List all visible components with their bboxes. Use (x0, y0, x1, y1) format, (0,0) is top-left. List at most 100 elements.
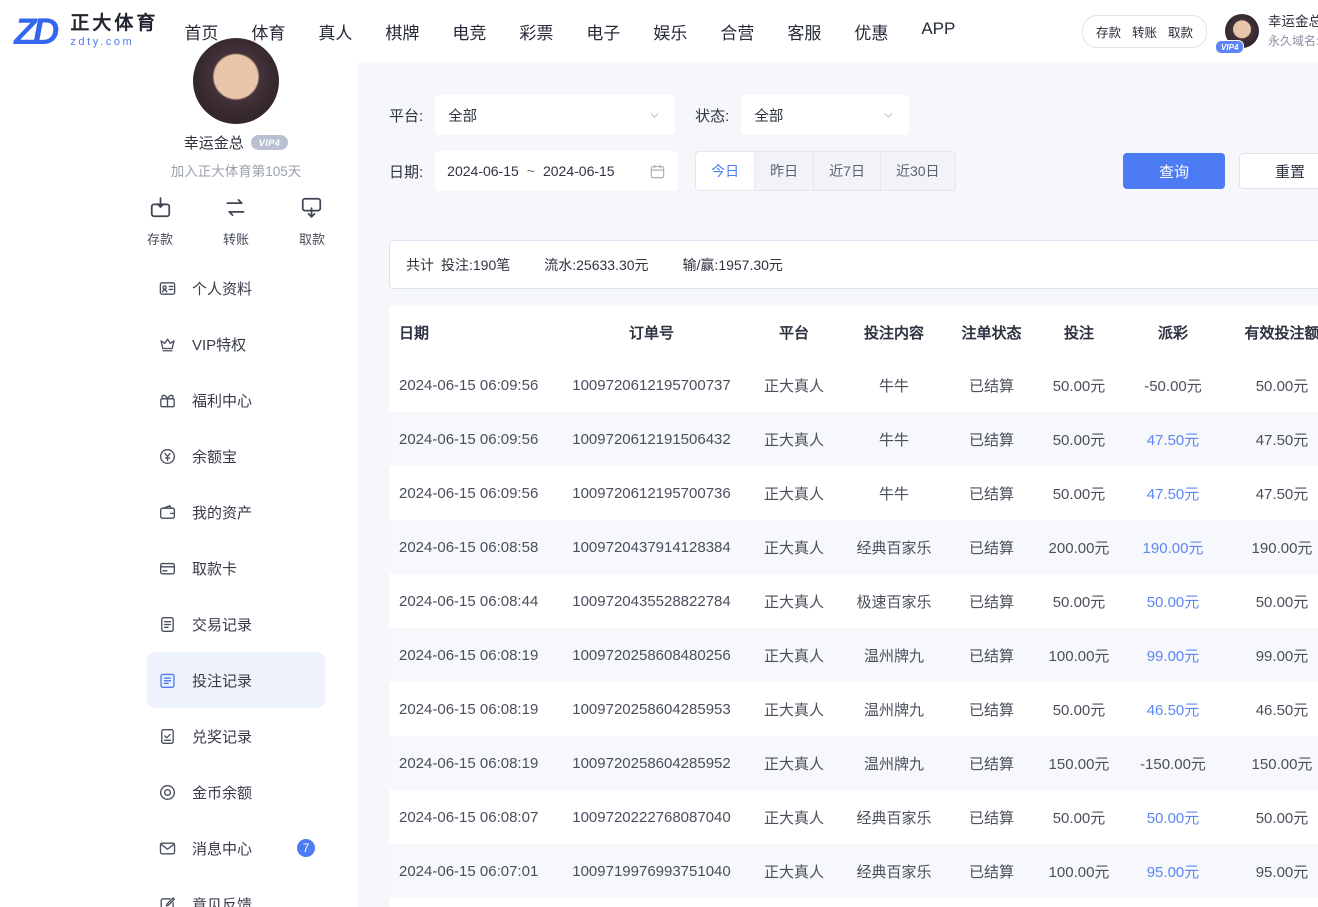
cell-status: 已结算 (944, 591, 1039, 612)
bets-icon (158, 671, 177, 690)
cell-status: 已结算 (944, 537, 1039, 558)
brand-domain: zdty.com (70, 36, 158, 48)
cell-bet-content: 温州牌九 (844, 753, 944, 774)
profile-avatar[interactable] (193, 38, 279, 124)
nav-item[interactable]: 客服 (787, 19, 821, 44)
cell-date: 2024-06-15 06:09:56 (389, 485, 559, 502)
nav-item[interactable]: 真人 (318, 19, 352, 44)
platform-select[interactable]: 全部 (435, 95, 675, 135)
nav-user-texts: 幸运金总 永久域名: (1268, 12, 1318, 50)
sidebar-item[interactable]: 交易记录 (147, 596, 325, 652)
range-button[interactable]: 近30日 (880, 151, 956, 191)
cell-bet-content: 经典百家乐 (844, 807, 944, 828)
calendar-icon (649, 163, 666, 180)
column-header: 投注 (1039, 322, 1119, 343)
column-header: 平台 (744, 322, 844, 343)
cell-platform: 正大真人 (744, 645, 844, 666)
cell-order-number: 1009720258604285953 (559, 701, 744, 718)
cell-bet-content: 牛牛 (844, 429, 944, 450)
cell-valid-amount: 190.00元 (1227, 537, 1318, 558)
vip-badge: VIP4 (251, 135, 289, 150)
nav-item[interactable]: 彩票 (519, 19, 553, 44)
sidebar-item[interactable]: 个人资料 (147, 260, 325, 316)
cell-date: 2024-06-15 06:08:07 (389, 809, 559, 826)
quick-action-label: 存款 (147, 229, 173, 248)
table-header: 日期订单号平台投注内容注单状态投注派彩有效投注额 (389, 306, 1318, 358)
sidebar-item[interactable]: 意见反馈 (147, 876, 325, 907)
table-row: 2024-06-15 06:07:011009719976993751040正大… (389, 844, 1318, 898)
sidebar-item[interactable]: VIP特权 (147, 316, 325, 372)
cell-bet-content: 经典百家乐 (844, 861, 944, 882)
cell-order-number: 1009720435528822784 (559, 593, 744, 610)
sidebar-item[interactable]: 我的资产 (147, 484, 325, 540)
wallet-pill-link[interactable]: 转账 (1132, 22, 1157, 41)
nav-item[interactable]: 电子 (586, 19, 620, 44)
quick-actions: 存款 转账取款 (147, 195, 325, 248)
nav-item[interactable]: 合营 (720, 19, 754, 44)
cell-platform: 正大真人 (744, 753, 844, 774)
prize-icon (158, 727, 177, 746)
status-select[interactable]: 全部 (741, 95, 909, 135)
transactions-icon (158, 615, 177, 634)
cell-bet-amount: 100.00元 (1039, 645, 1119, 666)
cell-bet-amount: 50.00元 (1039, 807, 1119, 828)
cell-payout: 99.00元 (1119, 645, 1227, 666)
reset-button[interactable]: 重置 (1239, 153, 1318, 189)
summary-bets: 投注:190笔 (441, 255, 510, 275)
sidebar-item-label: 投注记录 (192, 670, 252, 691)
bankcard-icon (158, 559, 177, 578)
cell-valid-amount: 95.00元 (1227, 861, 1318, 882)
range-button[interactable]: 近7日 (813, 151, 881, 191)
summary-prefix: 共计 (406, 255, 434, 275)
date-range-picker[interactable]: 2024-06-15 ~ 2024-06-15 (435, 151, 678, 191)
cell-bet-content: 牛牛 (844, 483, 944, 504)
sidebar-item[interactable]: 福利中心 (147, 372, 325, 428)
quick-action[interactable]: 转账 (223, 195, 249, 248)
wallet-pill-link[interactable]: 取款 (1168, 22, 1193, 41)
cell-payout: 190.00元 (1119, 537, 1227, 558)
cell-bet-amount: 150.00元 (1039, 753, 1119, 774)
sidebar-item[interactable]: 投注记录 (147, 652, 325, 708)
cell-valid-amount: 150.00元 (1227, 753, 1318, 774)
cell-payout: -50.00元 (1119, 375, 1227, 396)
quick-action[interactable]: 取款 (299, 195, 325, 248)
column-header: 有效投注额 (1227, 322, 1318, 343)
quick-action[interactable]: 存款 (147, 195, 173, 248)
cell-payout: 50.00元 (1119, 807, 1227, 828)
range-button[interactable]: 今日 (695, 151, 755, 191)
nav-item[interactable]: 优惠 (854, 19, 888, 44)
vip-icon (158, 335, 177, 354)
nav-item[interactable]: 电竞 (452, 19, 486, 44)
wallet-pill-link[interactable]: 存款 (1096, 22, 1121, 41)
side-menu: 个人资料 VIP特权福利中心余额宝我的资产取款卡交易记录投注记录兑奖记录金币余额消… (147, 260, 325, 907)
join-days-text: 加入正大体育第105天 (171, 160, 302, 180)
brand-logo[interactable]: ZD 正大体育 zdty.com (14, 13, 158, 50)
feedback-icon (158, 895, 177, 907)
sidebar-item-label: 意见反馈 (192, 894, 252, 907)
nav-item[interactable]: 首页 (184, 19, 218, 44)
sidebar-item[interactable]: 取款卡 (147, 540, 325, 596)
summary-turnover: 流水:25633.30元 (544, 255, 648, 275)
mail-icon (158, 839, 177, 858)
cell-status: 已结算 (944, 699, 1039, 720)
range-button[interactable]: 昨日 (754, 151, 814, 191)
top-navbar: ZD 正大体育 zdty.com 首页 体育 真人 棋牌 电竞 彩票 电子 娱乐 合营 客服 优惠 A… (0, 0, 1318, 62)
column-header: 订单号 (559, 322, 744, 343)
sidebar-item[interactable]: 消息中心7 (147, 820, 325, 876)
nav-item[interactable]: 棋牌 (385, 19, 419, 44)
nav-item[interactable]: 娱乐 (653, 19, 687, 44)
nav-avatar-wrap[interactable]: VIP4 (1225, 14, 1259, 48)
sidebar-item[interactable]: 金币余额 (147, 764, 325, 820)
nav-item[interactable]: APP (921, 19, 955, 44)
nav-item[interactable]: 体育 (251, 19, 285, 44)
search-button[interactable]: 查询 (1123, 153, 1225, 189)
brand-name: 正大体育 (70, 14, 158, 35)
sidebar-item-label: VIP特权 (192, 334, 246, 355)
cell-platform: 正大真人 (744, 483, 844, 504)
profile-name-row: 幸运金总 VIP4 (184, 132, 289, 153)
sidebar-item[interactable]: 兑奖记录 (147, 708, 325, 764)
sidebar-item[interactable]: 余额宝 (147, 428, 325, 484)
date-to-value: 2024-06-15 (543, 163, 615, 179)
cell-status: 已结算 (944, 861, 1039, 882)
brand-text: 正大体育 zdty.com (70, 14, 158, 49)
